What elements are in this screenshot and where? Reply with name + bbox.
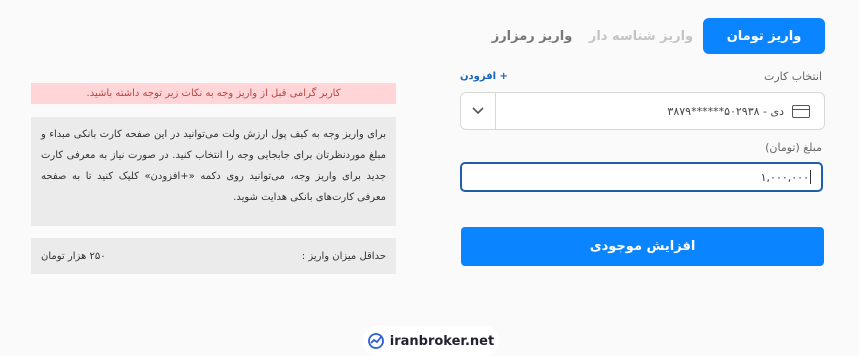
text-caret	[810, 170, 811, 184]
selected-card-text: دی - ۵۰۲۹۳۸******۳۸۷۹	[667, 104, 784, 118]
chevron-down-icon	[472, 107, 484, 115]
card-select-label: انتخاب کارت	[764, 70, 822, 83]
watermark: iranbroker.net	[363, 326, 499, 356]
increase-balance-button[interactable]: افزایش موجودی	[461, 227, 824, 266]
tab-toman-deposit[interactable]: واریز تومان	[703, 18, 825, 54]
iranbroker-logo-icon	[367, 333, 384, 349]
add-card-link[interactable]: + افزودن	[460, 71, 508, 82]
tab-identified-deposit[interactable]: واریز شناسه دار	[588, 18, 694, 54]
amount-label: مبلغ (تومان)	[765, 141, 822, 154]
credit-card-icon	[792, 104, 810, 118]
amount-input[interactable]: ۱,۰۰۰,۰۰۰	[460, 162, 823, 192]
notice-alert: کاربر گرامی قبل از واریز وجه به نکات زیر…	[31, 83, 396, 104]
min-deposit-box: حداقل میزان واریز : ۲۵۰ هزار تومان	[31, 238, 396, 274]
min-deposit-label: حداقل میزان واریز :	[301, 250, 386, 262]
notice-body: برای واریز وجه به کیف پول ارزش ولت می‌تو…	[31, 117, 396, 226]
card-select[interactable]: دی - ۵۰۲۹۳۸******۳۸۷۹	[460, 92, 825, 130]
tab-crypto-deposit[interactable]: واریز رمزارز	[484, 18, 580, 54]
min-deposit-value: ۲۵۰ هزار تومان	[41, 250, 106, 262]
card-select-chevron[interactable]	[461, 93, 496, 129]
amount-input-value: ۱,۰۰۰,۰۰۰	[760, 170, 809, 184]
watermark-text: iranbroker.net	[389, 333, 495, 349]
